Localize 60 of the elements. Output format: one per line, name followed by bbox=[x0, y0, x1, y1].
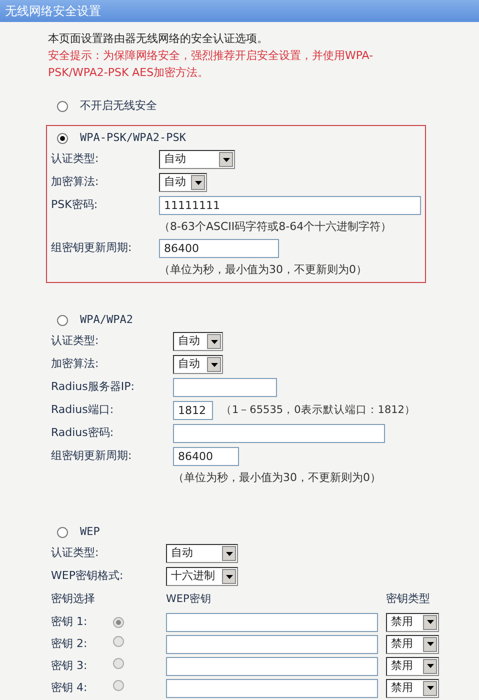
text-field[interactable] bbox=[166, 634, 378, 654]
radio-button[interactable] bbox=[57, 132, 68, 144]
option-label[interactable]: WPA/WPA2 bbox=[80, 312, 133, 328]
field-label: 密钥 1: bbox=[51, 614, 88, 630]
window-title: 无线网络安全设置 bbox=[0, 0, 479, 22]
field-label: 密钥 2: bbox=[51, 636, 88, 652]
field-label: WEP密钥格式: bbox=[51, 568, 124, 584]
field-label: 密钥 3: bbox=[51, 658, 88, 674]
caret-icon bbox=[207, 334, 221, 349]
option-label[interactable]: WPA-PSK/WPA2-PSK bbox=[80, 130, 186, 146]
caret-icon bbox=[207, 357, 221, 372]
option-label[interactable]: WEP bbox=[80, 524, 100, 540]
column-header: WEP密钥 bbox=[166, 592, 212, 607]
column-header: 密钥类型 bbox=[386, 591, 430, 608]
field-label: 认证类型: bbox=[51, 545, 100, 562]
dropdown[interactable]: 自动 bbox=[166, 544, 238, 563]
text-field[interactable]: 11111111 bbox=[159, 196, 421, 215]
caret-icon bbox=[423, 636, 437, 652]
field-label: 认证类型: bbox=[51, 333, 100, 350]
text-field[interactable]: 86400 bbox=[159, 239, 279, 258]
caret-icon bbox=[423, 614, 437, 630]
column-header: 密钥选择 bbox=[51, 591, 96, 608]
hint-text: （1－65535，0表示默认端口：1812） bbox=[221, 402, 416, 418]
hint-text: （8-63个ASCII码字符或8-64个十六进制字符） bbox=[159, 218, 392, 235]
radio-button[interactable] bbox=[57, 526, 68, 538]
field-label: 加密算法: bbox=[51, 174, 100, 190]
caret-icon bbox=[423, 680, 437, 696]
text-field[interactable]: 1812 bbox=[173, 401, 213, 420]
dropdown[interactable]: 自动 bbox=[159, 150, 235, 169]
field-label: 组密钥更新周期: bbox=[51, 448, 133, 464]
radio-button[interactable] bbox=[57, 100, 68, 112]
field-label: 组密钥更新周期: bbox=[51, 240, 133, 256]
text-field[interactable] bbox=[166, 656, 378, 676]
field-label: Radius服务器IP: bbox=[51, 379, 136, 396]
caret-icon bbox=[191, 175, 205, 190]
warning-text: 安全提示：为保障网络安全，强烈推荐开启安全设置，并使用WPA-PSK/WPA2-PSK AES加密方法。 bbox=[48, 48, 374, 81]
text-field[interactable] bbox=[166, 678, 378, 698]
field-label: 加密算法: bbox=[51, 356, 100, 372]
text-field[interactable] bbox=[173, 424, 385, 443]
dropdown[interactable]: 自动 bbox=[173, 355, 223, 374]
text-field[interactable] bbox=[173, 378, 277, 397]
dropdown[interactable]: 自动 bbox=[173, 332, 223, 351]
caret-icon bbox=[219, 152, 233, 167]
caret-icon bbox=[222, 569, 236, 584]
caret-icon bbox=[423, 658, 437, 674]
intro-text: 本页面设置路由器无线网络的安全认证选项。 bbox=[48, 31, 269, 47]
field-label: 密钥 4: bbox=[51, 680, 88, 696]
caret-icon bbox=[222, 546, 236, 561]
field-label: PSK密码: bbox=[51, 197, 99, 214]
field-label: Radius端口: bbox=[51, 402, 115, 418]
field-label: 认证类型: bbox=[51, 151, 100, 168]
dropdown[interactable]: 自动 bbox=[159, 173, 207, 192]
field-label: Radius密码: bbox=[51, 425, 115, 442]
option-label[interactable]: 不开启无线安全 bbox=[80, 98, 157, 114]
text-field[interactable]: 86400 bbox=[173, 447, 239, 466]
hint-text: （单位为秒，最小值为30，不更新则为0） bbox=[159, 262, 367, 278]
radio-button[interactable] bbox=[57, 314, 68, 326]
hint-text: （单位为秒，最小值为30，不更新则为0） bbox=[173, 470, 381, 486]
dropdown[interactable]: 十六进制 bbox=[166, 567, 238, 586]
text-field[interactable] bbox=[166, 612, 378, 632]
